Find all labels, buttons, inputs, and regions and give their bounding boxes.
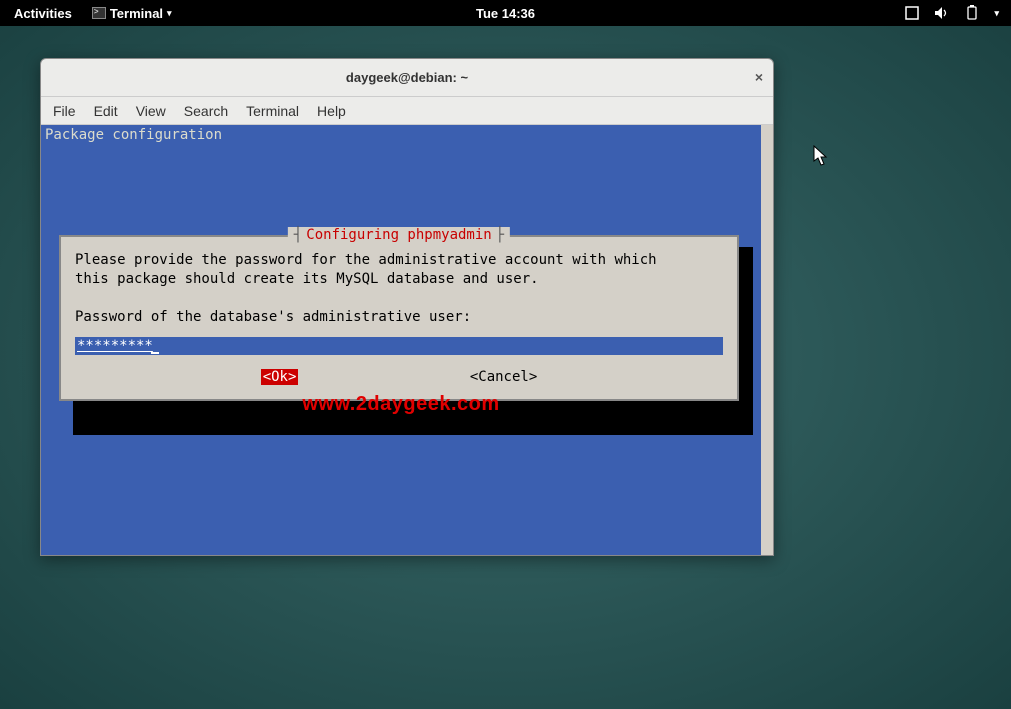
clock[interactable]: Tue 14:36 (476, 6, 535, 21)
ok-button[interactable]: <Ok> (261, 369, 299, 385)
terminal-body: Package configuration ┤ Configuring phpm… (41, 125, 773, 555)
menu-terminal[interactable]: Terminal (246, 103, 299, 119)
scrollbar[interactable] (761, 125, 773, 555)
menu-view[interactable]: View (136, 103, 166, 119)
app-menu[interactable]: Terminal ▾ (86, 6, 178, 21)
dialog-title-decor: ┤ (294, 227, 302, 243)
terminal-header-text: Package configuration (41, 125, 761, 145)
chevron-down-icon[interactable]: ▾ (994, 8, 999, 19)
dialog-title: Configuring phpmyadmin (306, 227, 491, 243)
volume-icon[interactable] (934, 5, 950, 21)
gnome-topbar: Activities Terminal ▾ Tue 14:36 ▾ (0, 0, 1011, 26)
chevron-down-icon: ▾ (167, 8, 172, 19)
dialog-title-frame: ┤ Configuring phpmyadmin ├ (288, 227, 510, 243)
mouse-cursor-icon (813, 145, 829, 167)
menu-search[interactable]: Search (184, 103, 228, 119)
dialog-body: Please provide the password for the admi… (75, 251, 723, 327)
window-titlebar[interactable]: daygeek@debian: ~ × (41, 59, 773, 97)
config-dialog: ┤ Configuring phpmyadmin ├ Please provid… (59, 235, 739, 401)
watermark-text: www.2daygeek.com (302, 393, 499, 416)
menu-help[interactable]: Help (317, 103, 346, 119)
window-title: daygeek@debian: ~ (346, 70, 468, 85)
menu-file[interactable]: File (53, 103, 76, 119)
terminal-icon (92, 7, 106, 19)
text-cursor (151, 340, 159, 354)
dialog-title-decor: ├ (496, 227, 504, 243)
window-menubar: File Edit View Search Terminal Help (41, 97, 773, 125)
terminal-window: daygeek@debian: ~ × File Edit View Searc… (40, 58, 774, 556)
window-restore-icon[interactable] (904, 5, 920, 21)
activities-button[interactable]: Activities (8, 6, 78, 21)
password-input[interactable]: ********* (75, 337, 723, 355)
menu-edit[interactable]: Edit (94, 103, 118, 119)
cancel-button[interactable]: <Cancel> (470, 369, 537, 385)
app-menu-label: Terminal (110, 6, 163, 21)
power-menu-icon[interactable] (964, 5, 980, 21)
close-icon[interactable]: × (755, 69, 763, 85)
